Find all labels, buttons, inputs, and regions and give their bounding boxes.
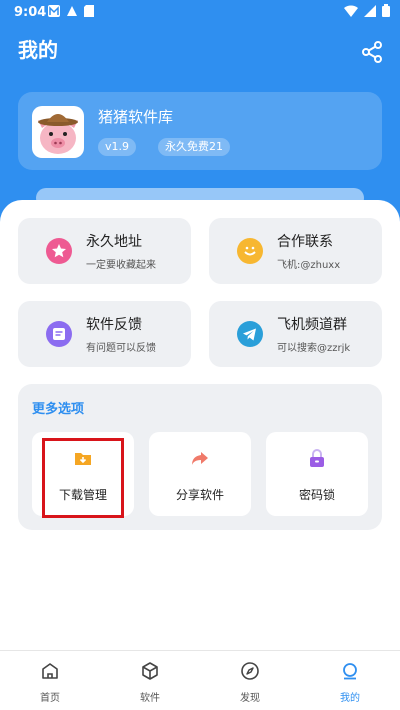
status-time: 9:04 [14, 5, 47, 20]
card-title: 软件反馈 [86, 317, 142, 333]
feedback-icon [46, 321, 72, 347]
plan-badge: 永久免费21 [158, 138, 230, 156]
cube-icon [142, 662, 158, 680]
notification-a-icon [67, 6, 77, 16]
app-name: 猪猪软件库 [98, 108, 174, 126]
share-icon [362, 41, 382, 63]
tab-label: 发现 [240, 693, 260, 704]
share-app-button[interactable]: 分享软件 [149, 432, 251, 516]
avatar [32, 106, 84, 158]
card-subtitle: 一定要收藏起来 [86, 260, 156, 271]
card-feedback[interactable]: 软件反馈 有问题可以反馈 [18, 301, 191, 367]
version-badge: v1.9 [98, 138, 137, 156]
tab-software[interactable]: 软件 [100, 651, 200, 710]
tab-label: 软件 [140, 693, 160, 704]
card-title: 飞机频道群 [277, 317, 347, 333]
card-title: 合作联系 [277, 234, 333, 250]
telegram-icon [237, 321, 263, 347]
profile-icon [343, 663, 357, 680]
tab-home[interactable]: 首页 [0, 651, 100, 710]
card-cooperation[interactable]: 合作联系 飞机:@zhuxx [209, 218, 382, 284]
pig-cowboy-avatar-icon [38, 114, 78, 154]
home-icon [42, 663, 58, 679]
card-title: 永久地址 [86, 234, 142, 250]
card-telegram-channel[interactable]: 飞机频道群 可以搜索@zzrjk [209, 301, 382, 367]
compass-icon [241, 662, 259, 680]
card-permanent-address[interactable]: 永久地址 一定要收藏起来 [18, 218, 191, 284]
share-button[interactable] [360, 40, 384, 64]
password-lock-button[interactable]: 密码锁 [266, 432, 368, 516]
sd-card-icon [84, 5, 94, 17]
card-subtitle: 可以搜索@zzrjk [277, 343, 351, 354]
lock-icon [310, 449, 324, 467]
card-subtitle: 飞机:@zhuxx [277, 260, 341, 271]
tab-discover[interactable]: 发现 [200, 651, 300, 710]
share-arrow-icon [192, 452, 208, 465]
tab-mine[interactable]: 我的 [300, 651, 400, 710]
more-options-title: 更多选项 [32, 402, 85, 417]
smile-chat-icon [237, 238, 263, 264]
profile-card[interactable]: 猪猪软件库 v1.9 永久免费21 [18, 92, 382, 170]
notification-m-icon [48, 5, 60, 17]
card-subtitle: 有问题可以反馈 [86, 343, 156, 354]
signal-icon [364, 4, 376, 17]
tab-label: 首页 [40, 693, 60, 704]
bottom-tab-bar: 首页 软件 发现 我的 [0, 650, 400, 710]
wifi-icon [344, 4, 358, 17]
option-label: 密码锁 [298, 488, 335, 502]
highlight-annotation-box [42, 438, 124, 518]
page-title: 我的 [18, 38, 58, 62]
battery-icon [382, 4, 390, 17]
option-label: 分享软件 [175, 488, 224, 502]
tab-label: 我的 [340, 693, 360, 704]
star-badge-icon [46, 238, 72, 264]
status-bar: 9:04 [0, 0, 400, 26]
